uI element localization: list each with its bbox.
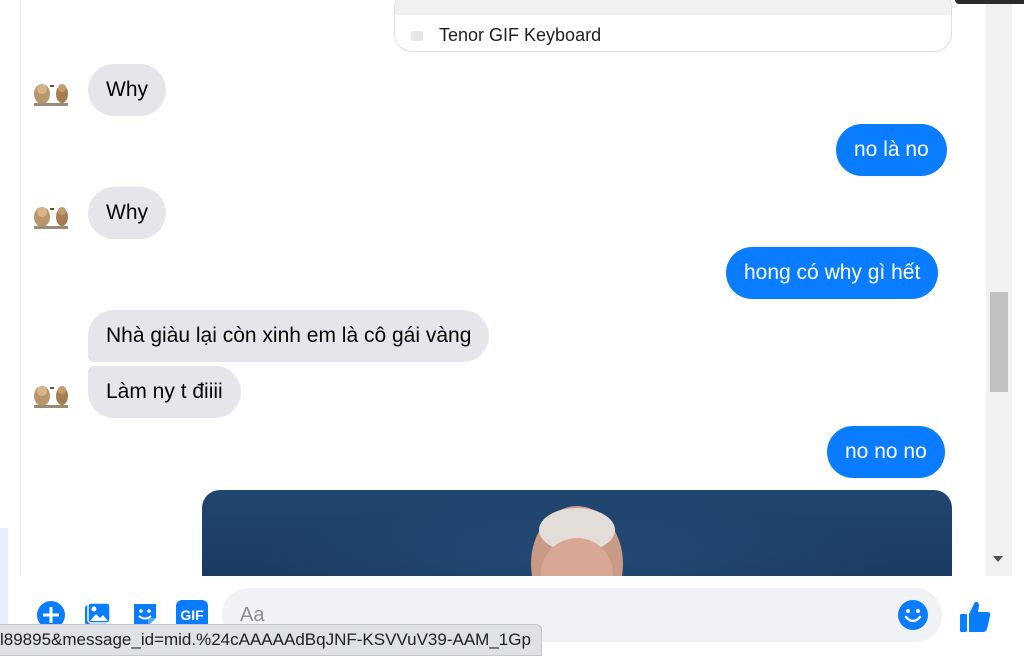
gif-link-preview[interactable]: Tenor GIF Keyboard [394, 0, 952, 52]
message-bubble-outgoing[interactable]: no no no [827, 426, 945, 478]
gif-icon-label: GIF [180, 607, 204, 623]
status-bar-url: l89895&message_id=mid.%24cAAAAAdBqJNF-KS… [0, 624, 542, 656]
person-photo [531, 506, 623, 576]
image-message[interactable] [202, 490, 952, 576]
link-icon [411, 31, 423, 41]
window-edge [1012, 0, 1024, 656]
scrollbar-thumb[interactable] [990, 292, 1008, 392]
message-bubble-incoming[interactable]: Why [88, 187, 166, 239]
emoji-icon[interactable] [896, 598, 930, 632]
divider [20, 0, 21, 576]
window-corner [955, 0, 1024, 4]
message-bubble-incoming[interactable]: Why [88, 64, 166, 116]
sidebar-edge [0, 528, 8, 626]
gif-preview-image [395, 0, 951, 15]
contact-avatar[interactable] [30, 378, 72, 412]
thumbs-up-icon[interactable] [956, 598, 994, 636]
contact-avatar[interactable] [30, 76, 72, 110]
message-bubble-outgoing[interactable]: no là no [836, 124, 947, 176]
gif-preview-source: Tenor GIF Keyboard [439, 25, 602, 45]
contact-avatar[interactable] [30, 199, 72, 233]
message-bubble-outgoing[interactable]: hong có why gì hết [726, 247, 939, 299]
message-thread[interactable]: Tenor GIF Keyboard Why no là no Why hong… [0, 0, 986, 576]
vertical-scrollbar[interactable] [986, 0, 1012, 576]
message-bubble-incoming[interactable]: Làm ny t điiii [88, 366, 241, 418]
scroll-down-arrow-icon[interactable] [993, 556, 1003, 562]
message-bubble-incoming[interactable]: Nhà giàu lại còn xinh em là cô gái vàng [88, 310, 490, 362]
